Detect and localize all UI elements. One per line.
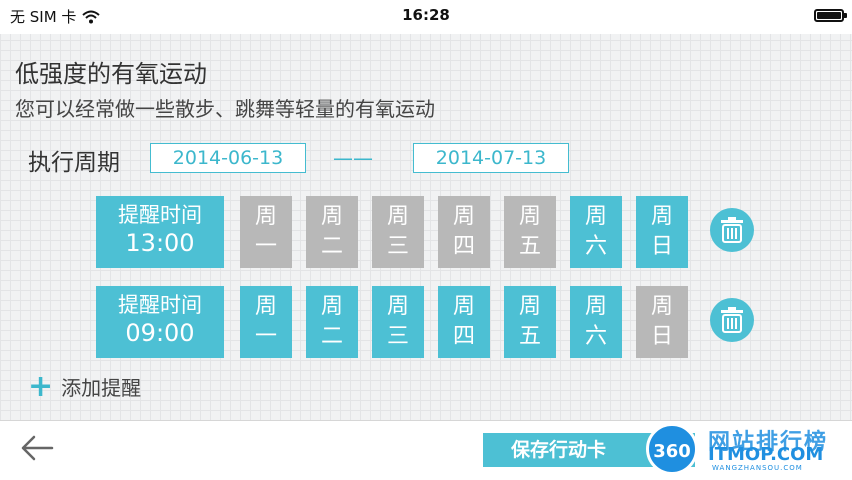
day-toggle-thu[interactable]: 周四 — [438, 196, 490, 268]
day-prefix: 周 — [254, 294, 277, 319]
add-reminder-button[interactable]: + 添加提醒 — [28, 368, 142, 404]
day-toggle-thu[interactable]: 周四 — [438, 286, 490, 358]
day-prefix: 周 — [584, 294, 607, 319]
page-title: 低强度的有氧运动 — [15, 60, 207, 88]
day-name: 日 — [650, 324, 673, 349]
start-date-field[interactable]: 2014-06-13 — [150, 143, 306, 173]
reminder-time-label: 提醒时间 — [118, 203, 202, 227]
day-prefix: 周 — [650, 204, 673, 229]
reminder-time-value: 09:00 — [125, 319, 195, 347]
day-toggle-wed[interactable]: 周三 — [372, 196, 424, 268]
reminder-time-button[interactable]: 提醒时间 09:00 — [96, 286, 224, 358]
status-time: 16:28 — [402, 6, 450, 24]
day-toggle-sun[interactable]: 周日 — [636, 196, 688, 268]
day-prefix: 周 — [386, 294, 409, 319]
day-name: 三 — [386, 324, 409, 349]
date-separator: —— — [333, 146, 373, 170]
watermark-sub: WANGZHANSOU.COM — [712, 464, 803, 472]
delete-reminder-button[interactable] — [710, 298, 754, 342]
day-name: 一 — [254, 324, 277, 349]
day-name: 六 — [584, 234, 607, 259]
end-date-field[interactable]: 2014-07-13 — [413, 143, 569, 173]
day-name: 二 — [320, 234, 343, 259]
day-name: 日 — [650, 234, 673, 259]
day-prefix: 周 — [518, 204, 541, 229]
back-arrow-icon[interactable] — [20, 433, 54, 463]
day-prefix: 周 — [518, 294, 541, 319]
reminder-time-value: 13:00 — [125, 229, 195, 257]
add-reminder-label: 添加提醒 — [61, 376, 142, 400]
day-name: 六 — [584, 324, 607, 349]
day-name: 二 — [320, 324, 343, 349]
day-prefix: 周 — [320, 204, 343, 229]
day-toggle-mon[interactable]: 周一 — [240, 286, 292, 358]
day-prefix: 周 — [386, 204, 409, 229]
day-prefix: 周 — [452, 204, 475, 229]
watermark-domain: ITMOP.COM — [708, 444, 824, 465]
day-toggle-mon[interactable]: 周一 — [240, 196, 292, 268]
trash-icon — [721, 217, 743, 243]
period-label: 执行周期 — [28, 150, 120, 176]
day-prefix: 周 — [320, 294, 343, 319]
day-toggle-sat[interactable]: 周六 — [570, 286, 622, 358]
day-name: 五 — [518, 234, 541, 259]
status-bar: 无 SIM 卡 16:28 — [0, 0, 852, 34]
day-name: 四 — [452, 324, 475, 349]
reminder-time-button[interactable]: 提醒时间 13:00 — [96, 196, 224, 268]
day-prefix: 周 — [650, 294, 673, 319]
day-toggle-wed[interactable]: 周三 — [372, 286, 424, 358]
battery-icon — [814, 9, 847, 22]
day-name: 五 — [518, 324, 541, 349]
page-subtitle: 您可以经常做一些散步、跳舞等轻量的有氧运动 — [15, 97, 435, 121]
day-toggle-tue[interactable]: 周二 — [306, 196, 358, 268]
day-name: 四 — [452, 234, 475, 259]
day-toggle-tue[interactable]: 周二 — [306, 286, 358, 358]
watermark-logo: 360 网站排行榜 ITMOP.COM WANGZHANSOU.COM — [646, 420, 852, 480]
day-prefix: 周 — [584, 204, 607, 229]
day-toggle-fri[interactable]: 周五 — [504, 196, 556, 268]
plus-icon: + — [28, 368, 54, 404]
day-name: 一 — [254, 234, 277, 259]
trash-icon — [721, 307, 743, 333]
reminder-time-label: 提醒时间 — [118, 293, 202, 317]
day-toggle-sat[interactable]: 周六 — [570, 196, 622, 268]
day-toggle-fri[interactable]: 周五 — [504, 286, 556, 358]
day-toggle-sun[interactable]: 周日 — [636, 286, 688, 358]
delete-reminder-button[interactable] — [710, 208, 754, 252]
watermark-badge: 360 — [646, 423, 698, 475]
day-prefix: 周 — [452, 294, 475, 319]
day-name: 三 — [386, 234, 409, 259]
day-prefix: 周 — [254, 204, 277, 229]
